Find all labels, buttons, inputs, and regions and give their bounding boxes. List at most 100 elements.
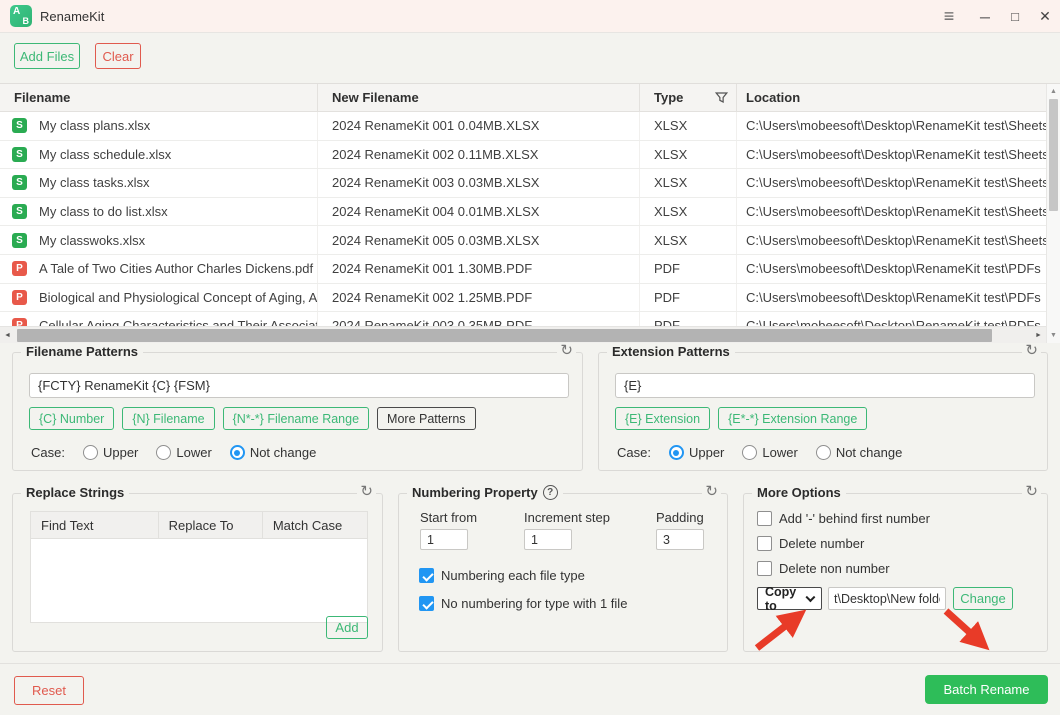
file-table: Filename New Filename Type Location SMy … xyxy=(0,83,1060,343)
new-filename-cell: 2024 RenameKit 002 0.11MB.XLSX xyxy=(318,141,640,169)
new-filename-cell: 2024 RenameKit 001 1.30MB.PDF xyxy=(318,255,640,283)
padding-label: Padding xyxy=(656,510,704,525)
filename-pattern-button[interactable]: {N} Filename xyxy=(122,407,214,430)
radio-lower[interactable] xyxy=(156,445,171,460)
radio-upper[interactable] xyxy=(83,445,98,460)
no-numbering-single-label: No numbering for type with 1 file xyxy=(441,596,627,611)
minimize-icon[interactable]: ─ xyxy=(970,0,1000,33)
app-logo-icon: A B xyxy=(10,5,32,27)
horizontal-scrollbar[interactable]: ◄ ► xyxy=(0,326,1046,343)
radio-not-change-label: Not change xyxy=(836,445,903,460)
add-dash-checkbox[interactable] xyxy=(757,511,772,526)
filter-icon[interactable] xyxy=(715,91,728,107)
scroll-down-icon[interactable]: ▼ xyxy=(1047,329,1060,342)
extension-pattern-input[interactable] xyxy=(615,373,1035,398)
clear-button[interactable]: Clear xyxy=(95,43,141,69)
column-header-filename[interactable]: Filename xyxy=(0,84,318,111)
refresh-icon[interactable]: ↻ xyxy=(357,484,376,500)
location-cell: C:\Users\mobeesoft\Desktop\RenameKit tes… xyxy=(737,112,1046,140)
radio-not-change[interactable] xyxy=(230,445,245,460)
radio-upper-label: Upper xyxy=(103,445,138,460)
table-row[interactable]: PA Tale of Two Cities Author Charles Dic… xyxy=(0,255,1060,284)
destination-path-input[interactable] xyxy=(828,587,946,610)
add-replace-button[interactable]: Add xyxy=(326,616,368,639)
refresh-icon[interactable]: ↻ xyxy=(702,484,721,500)
more-patterns-button[interactable]: More Patterns xyxy=(377,407,476,430)
radio-lower-label: Lower xyxy=(762,445,797,460)
radio-lower[interactable] xyxy=(742,445,757,460)
toolbar: Add Files Clear xyxy=(0,34,1060,82)
table-row[interactable]: PBiological and Physiological Concept of… xyxy=(0,284,1060,313)
numbering-each-type-label: Numbering each file type xyxy=(441,568,585,583)
maximize-icon[interactable]: □ xyxy=(1000,0,1030,33)
copy-to-value: Copy to xyxy=(765,585,807,613)
column-header-new-filename[interactable]: New Filename xyxy=(318,84,640,111)
add-dash-label: Add '-' behind first number xyxy=(779,511,930,526)
table-row[interactable]: SMy class plans.xlsx 2024 RenameKit 001 … xyxy=(0,112,1060,141)
start-from-input[interactable] xyxy=(420,529,468,550)
scroll-up-icon[interactable]: ▲ xyxy=(1047,85,1060,98)
add-files-button[interactable]: Add Files xyxy=(14,43,80,69)
location-cell: C:\Users\mobeesoft\Desktop\RenameKit tes… xyxy=(737,169,1046,197)
menu-icon[interactable]: ≡ xyxy=(934,0,964,33)
delete-non-number-checkbox[interactable] xyxy=(757,561,772,576)
vertical-scrollbar[interactable]: ▲ ▼ xyxy=(1046,84,1060,343)
help-icon[interactable]: ? xyxy=(543,485,558,500)
increment-step-label: Increment step xyxy=(524,510,610,525)
copy-to-select[interactable]: Copy to xyxy=(757,587,822,610)
xlsx-file-icon: S xyxy=(12,147,27,162)
new-filename-cell: 2024 RenameKit 004 0.01MB.XLSX xyxy=(318,198,640,226)
filename-pattern-input[interactable] xyxy=(29,373,569,398)
type-cell: XLSX xyxy=(640,169,737,197)
footer-bar: Reset Batch Rename xyxy=(0,663,1060,715)
xlsx-file-icon: S xyxy=(12,175,27,190)
radio-not-change[interactable] xyxy=(816,445,831,460)
extension-range-pattern-button[interactable]: {E*-*} Extension Range xyxy=(718,407,867,430)
close-icon[interactable]: ✕ xyxy=(1030,0,1060,33)
column-header-type[interactable]: Type xyxy=(640,84,737,111)
radio-upper[interactable] xyxy=(669,445,684,460)
no-numbering-single-checkbox[interactable] xyxy=(419,596,434,611)
replace-strings-legend: Replace Strings xyxy=(21,485,129,500)
scroll-left-icon[interactable]: ◄ xyxy=(0,327,15,343)
table-row[interactable]: SMy class to do list.xlsx 2024 RenameKit… xyxy=(0,198,1060,227)
filename-cell: My class schedule.xlsx xyxy=(39,147,171,162)
vertical-scroll-thumb[interactable] xyxy=(1049,99,1058,211)
refresh-icon[interactable]: ↻ xyxy=(557,343,576,359)
extension-patterns-panel: Extension Patterns ↻ {E} Extension {E*-*… xyxy=(598,352,1048,471)
location-cell: C:\Users\mobeesoft\Desktop\RenameKit tes… xyxy=(737,284,1046,312)
reset-button[interactable]: Reset xyxy=(14,676,84,705)
case-label: Case: xyxy=(617,445,651,460)
filename-patterns-legend: Filename Patterns xyxy=(21,344,143,359)
increment-step-input[interactable] xyxy=(524,529,572,550)
location-cell: C:\Users\mobeesoft\Desktop\RenameKit tes… xyxy=(737,255,1046,283)
type-cell: PDF xyxy=(640,284,737,312)
extension-pattern-button[interactable]: {E} Extension xyxy=(615,407,710,430)
filename-cell: My class plans.xlsx xyxy=(39,118,150,133)
type-cell: PDF xyxy=(640,255,737,283)
xlsx-file-icon: S xyxy=(12,118,27,133)
replace-strings-panel: Replace Strings ↻ Find Text Replace To M… xyxy=(12,493,383,652)
refresh-icon[interactable]: ↻ xyxy=(1022,343,1041,359)
refresh-icon[interactable]: ↻ xyxy=(1022,484,1041,500)
filename-cell: My class tasks.xlsx xyxy=(39,175,150,190)
change-button[interactable]: Change xyxy=(953,587,1013,610)
table-row[interactable]: SMy classwoks.xlsx 2024 RenameKit 005 0.… xyxy=(0,226,1060,255)
column-header-location[interactable]: Location xyxy=(737,84,1046,111)
new-filename-cell: 2024 RenameKit 002 1.25MB.PDF xyxy=(318,284,640,312)
scroll-right-icon[interactable]: ► xyxy=(1031,327,1046,343)
filename-range-pattern-button[interactable]: {N*-*} Filename Range xyxy=(223,407,369,430)
number-pattern-button[interactable]: {C} Number xyxy=(29,407,114,430)
horizontal-scroll-thumb[interactable] xyxy=(17,329,992,342)
delete-number-checkbox[interactable] xyxy=(757,536,772,551)
type-cell: XLSX xyxy=(640,198,737,226)
replace-to-header: Replace To xyxy=(159,512,263,538)
table-row[interactable]: SMy class tasks.xlsx 2024 RenameKit 003 … xyxy=(0,169,1060,198)
batch-rename-button[interactable]: Batch Rename xyxy=(925,675,1048,704)
filename-cell: My classwoks.xlsx xyxy=(39,233,145,248)
table-row[interactable]: S My class schedule.xlsx 2024 RenameKit 0… xyxy=(0,141,1060,170)
new-filename-cell: 2024 RenameKit 005 0.03MB.XLSX xyxy=(318,226,640,254)
padding-input[interactable] xyxy=(656,529,704,550)
numbering-each-type-checkbox[interactable] xyxy=(419,568,434,583)
radio-upper-label: Upper xyxy=(689,445,724,460)
